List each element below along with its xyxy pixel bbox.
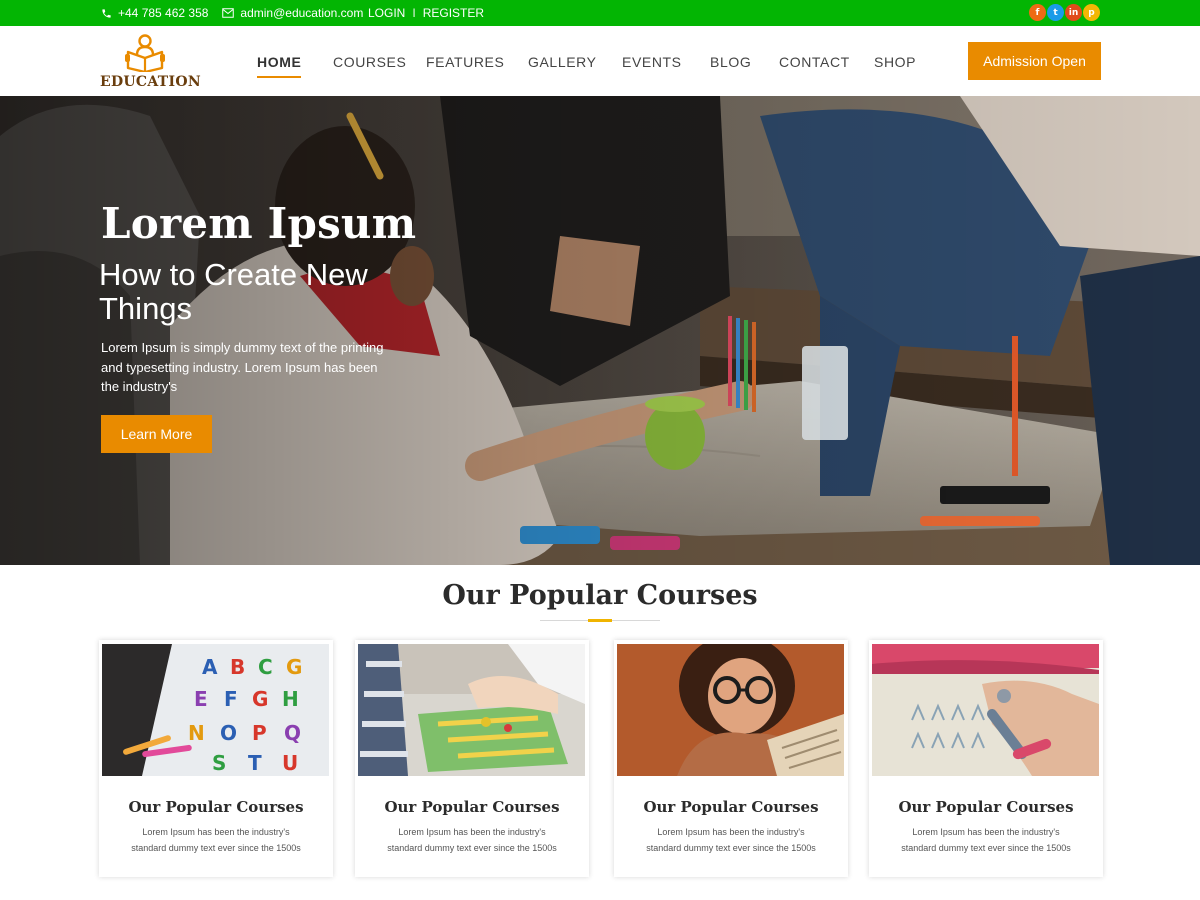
svg-text:N: N <box>188 721 205 745</box>
social-links: f t in p <box>1029 4 1100 21</box>
top-bar: +44 785 462 358 admin@education.com LOGI… <box>0 0 1200 26</box>
logo-text: EDUCATION <box>100 74 201 90</box>
course-title: Our Popular Courses <box>384 798 560 816</box>
course-description: Lorem Ipsum has been the industry's stan… <box>901 827 1071 853</box>
email-item[interactable]: admin@education.com <box>222 6 363 20</box>
site-header: EDUCATION HOME COURSES FEATURES GALLERY EVEN… <box>0 26 1200 96</box>
svg-text:A: A <box>202 655 218 679</box>
svg-text:F: F <box>224 687 238 711</box>
phone-number: +44 785 462 358 <box>118 6 209 20</box>
course-card[interactable]: Our Popular Courses Lorem Ipsum has been… <box>355 640 589 877</box>
svg-text:U: U <box>282 751 298 775</box>
course-description: Lorem Ipsum has been the industry's stan… <box>646 827 816 853</box>
svg-text:G: G <box>252 687 268 711</box>
auth-links: LOGIN I REGISTER <box>368 0 484 26</box>
svg-text:C: C <box>258 655 273 679</box>
admission-open-button[interactable]: Admission Open <box>968 42 1101 80</box>
twitter-icon[interactable]: t <box>1047 4 1064 21</box>
divider-accent <box>588 619 612 622</box>
course-image-boardgame <box>358 644 585 776</box>
course-title: Our Popular Courses <box>643 798 819 816</box>
nav-contact[interactable]: CONTACT <box>779 54 850 70</box>
course-card[interactable]: Our Popular Courses Lorem Ipsum has been… <box>614 640 848 877</box>
learn-more-button[interactable]: Learn More <box>101 415 212 453</box>
svg-text:T: T <box>248 751 262 775</box>
course-description: Lorem Ipsum has been the industry's stan… <box>387 827 557 853</box>
course-title: Our Popular Courses <box>128 798 304 816</box>
svg-text:E: E <box>194 687 208 711</box>
hero-title: Lorem Ipsum <box>101 199 417 248</box>
svg-text:S: S <box>212 751 226 775</box>
course-image-alphabet: ABCG EFGH NOPQ STU <box>102 644 329 776</box>
auth-separator: I <box>412 6 416 20</box>
pinterest-icon[interactable]: p <box>1083 4 1100 21</box>
login-link[interactable]: LOGIN <box>368 6 405 20</box>
nav-shop[interactable]: SHOP <box>874 54 916 70</box>
nav-features[interactable]: FEATURES <box>426 54 504 70</box>
svg-text:O: O <box>220 721 237 745</box>
envelope-icon <box>222 8 235 18</box>
nav-gallery[interactable]: GALLERY <box>528 54 597 70</box>
course-description: Lorem Ipsum has been the industry's stan… <box>131 827 301 853</box>
facebook-icon[interactable]: f <box>1029 4 1046 21</box>
nav-home[interactable]: HOME <box>257 54 302 78</box>
phone-icon <box>101 8 112 19</box>
svg-text:Q: Q <box>284 721 301 745</box>
linkedin-icon[interactable]: in <box>1065 4 1082 21</box>
section-title: Our Popular Courses <box>442 580 758 611</box>
svg-text:B: B <box>230 655 245 679</box>
hero-classroom-image <box>0 96 1200 565</box>
phone-item[interactable]: +44 785 462 358 <box>101 6 208 20</box>
email-address: admin@education.com <box>240 6 364 20</box>
hero-subtitle: How to Create New Things <box>99 257 368 326</box>
hero-banner: Lorem Ipsum How to Create New Things Lor… <box>0 96 1200 565</box>
register-link[interactable]: REGISTER <box>423 6 484 20</box>
svg-text:H: H <box>282 687 299 711</box>
svg-text:G: G <box>286 655 302 679</box>
section-divider <box>540 619 660 622</box>
course-image-reading <box>617 644 844 776</box>
nav-courses[interactable]: COURSES <box>333 54 406 70</box>
reading-person-icon <box>125 34 165 72</box>
contact-info: +44 785 462 358 admin@education.com <box>101 0 363 26</box>
course-card[interactable]: Our Popular Courses Lorem Ipsum has been… <box>869 640 1103 877</box>
course-card[interactable]: ABCG EFGH NOPQ STU Our Popular Courses L… <box>99 640 333 877</box>
course-image-writing <box>872 644 1099 776</box>
hero-description: Lorem Ipsum is simply dummy text of the … <box>101 340 384 394</box>
site-logo[interactable]: EDUCATION <box>100 34 201 90</box>
course-title: Our Popular Courses <box>898 798 1074 816</box>
nav-events[interactable]: EVENTS <box>622 54 682 70</box>
svg-text:P: P <box>252 721 267 745</box>
nav-blog[interactable]: BLOG <box>710 54 751 70</box>
